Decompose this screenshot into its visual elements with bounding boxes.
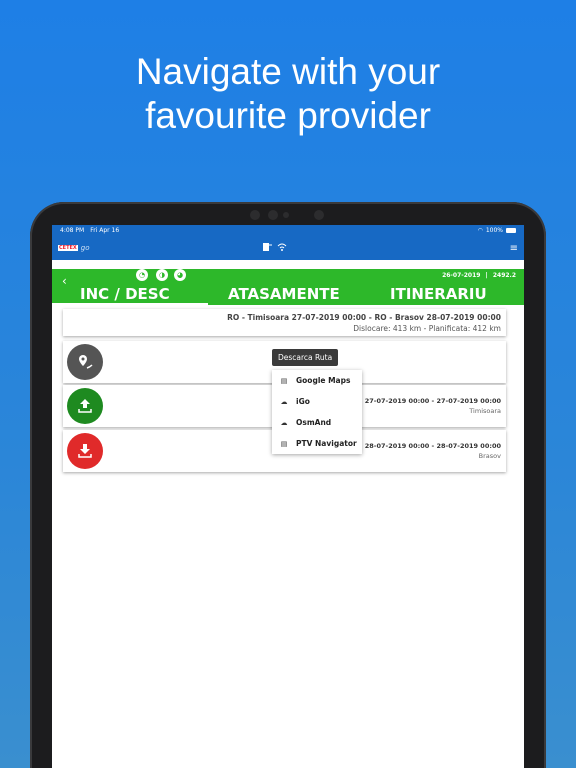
route-subtitle: Dislocare: 413 km - Planificata: 412 km <box>353 324 501 333</box>
menu-item-label: Google Maps <box>296 376 351 385</box>
status-circle-icon: ◔ <box>136 269 148 281</box>
row-city: Timisoara <box>469 407 501 415</box>
menu-item-label: iGo <box>296 397 310 406</box>
upload-icon[interactable] <box>67 388 103 424</box>
battery-icon <box>506 228 516 233</box>
gps-tracker-icon <box>263 243 272 251</box>
status-time: 4:08 PM <box>60 227 85 234</box>
row-dates: 28-07-2019 00:00 - 28-07-2019 00:00 <box>364 442 501 450</box>
map-icon: ▤ <box>280 439 288 448</box>
status-date: Fri Apr 16 <box>90 227 120 234</box>
tab-atasamente[interactable]: ATASAMENTE <box>228 285 340 303</box>
logo-text: CETEX <box>58 245 78 251</box>
headline-line1: Navigate with your <box>135 51 441 92</box>
route-card[interactable]: RO - Timisoara 27-07-2019 00:00 - RO - B… <box>63 309 506 336</box>
tooltip-descarca-ruta: Descarca Ruta <box>272 349 339 366</box>
map-route-icon[interactable] <box>67 344 103 380</box>
menu-item-label: OsmAnd <box>296 418 332 427</box>
tab-meta: 26-07-2019 | 2492.2 <box>442 272 516 279</box>
tab-bar: ‹ ◔ ◑ ◕ INC / DESC ATASAMENTE ITINERARIU… <box>52 269 524 305</box>
status-circle-icon: ◑ <box>156 269 168 281</box>
tab-itinerariu[interactable]: ITINERARIU <box>390 285 487 303</box>
row-city: Brasov <box>478 452 501 460</box>
app-screen: 4:08 PM Fri Apr 16 ◠ 100% CETEX go ≡ ‹ ◔… <box>52 225 524 768</box>
cloud-icon: ☁ <box>280 418 288 427</box>
menu-item-label: PTV Navigator <box>296 439 357 448</box>
camera-dot <box>250 210 260 220</box>
wifi-icon: ◠ <box>477 227 483 234</box>
menu-item-osmand[interactable]: ☁ OsmAnd <box>272 412 362 433</box>
tab-inc-desc[interactable]: INC / DESC <box>80 285 170 303</box>
map-icon: ▤ <box>280 376 288 385</box>
status-battery: 100% <box>485 227 503 234</box>
appbar-center-icons <box>262 242 287 252</box>
navigation-provider-menu: ▤ Google Maps ☁ iGo ☁ OsmAnd ▤ PTV Navig… <box>272 370 362 454</box>
app-logo: CETEX go <box>58 244 90 252</box>
camera-dot <box>268 210 278 220</box>
status-bar: 4:08 PM Fri Apr 16 ◠ 100% <box>52 225 524 236</box>
menu-item-google-maps[interactable]: ▤ Google Maps <box>272 370 362 391</box>
row-dates: 27-07-2019 00:00 - 27-07-2019 00:00 <box>364 397 501 405</box>
menu-item-ptv-navigator[interactable]: ▤ PTV Navigator <box>272 433 362 454</box>
sensor-dot <box>283 212 289 218</box>
back-icon[interactable]: ‹ <box>62 274 67 288</box>
camera-dot <box>314 210 324 220</box>
download-icon[interactable] <box>67 433 103 469</box>
headline-line2: favourite provider <box>145 95 431 136</box>
status-circle-icon: ◕ <box>174 269 186 281</box>
menu-item-igo[interactable]: ☁ iGo <box>272 391 362 412</box>
route-title: RO - Timisoara 27-07-2019 00:00 - RO - B… <box>227 313 501 322</box>
hamburger-icon[interactable]: ≡ <box>510 243 518 254</box>
active-tab-indicator <box>52 303 208 305</box>
logo-suffix: go <box>80 244 90 252</box>
app-bar: CETEX go ≡ <box>52 236 524 260</box>
meta-number: 2492.2 <box>492 272 516 279</box>
wifi-icon <box>277 243 287 251</box>
meta-date: 26-07-2019 <box>442 272 481 279</box>
headline: Navigate with your favourite provider <box>0 50 576 138</box>
cloud-icon: ☁ <box>280 397 288 406</box>
